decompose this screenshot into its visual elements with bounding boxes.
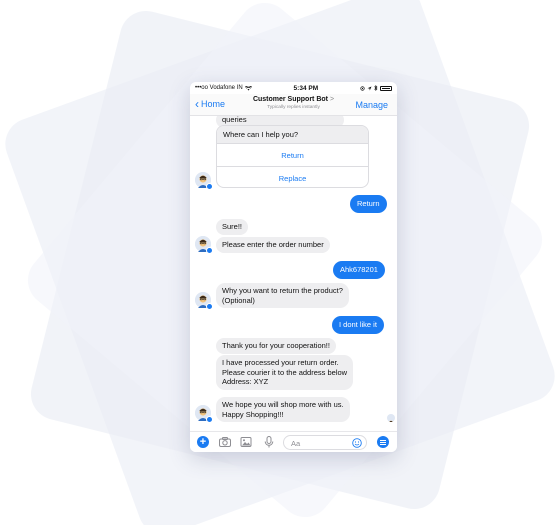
wifi-icon [244,85,252,90]
location-icon [360,85,365,91]
phone-screen: •••oo Vodafone IN 5:34 PM ‹ Home Custome… [190,82,397,452]
bot-avatar [195,405,213,423]
read-receipt-icon [387,419,395,422]
bot-avatar [195,292,213,310]
read-receipt-avatar [387,414,395,422]
back-button[interactable]: ‹ Home [195,97,226,111]
outgoing-message: Return [350,195,387,213]
message-text: Return [357,199,380,208]
messenger-badge-icon [206,303,213,310]
conversation-name: Customer Support Bot [252,96,328,103]
return-option-button[interactable]: Return [217,143,368,166]
card-question: Where can I help you? [217,126,368,143]
chevron-right-icon: > [329,96,335,103]
outgoing-message: Ahk678201 [333,261,385,279]
menu-icon[interactable] [377,436,389,448]
message-text: Ahk678201 [340,265,378,274]
conversation-title[interactable]: Customer Support Bot > [240,96,347,103]
message-text: We hope you will shop more with us. [222,400,344,409]
chevron-left-icon: ‹ [195,97,199,111]
message-text: Thank you for your cooperation!! [222,341,330,350]
message-text: Please courier it to the address below [222,367,348,377]
plus-icon[interactable]: + [197,436,209,448]
carrier-label: •••oo Vodafone IN [195,85,243,91]
incoming-message: Sure!! [216,219,249,235]
bot-avatar [195,172,213,190]
status-time: 5:34 PM [293,84,319,92]
message-text: Why you want to return the product? [222,286,343,295]
conversation-subtitle: Typically replies instantly [267,105,320,110]
messenger-badge-icon [206,247,213,254]
message-text: Happy Shopping!!! [222,409,284,419]
message-text: I dont like it [339,320,377,329]
replace-option-button[interactable]: Replace [217,166,368,187]
outgoing-message: I dont like it [332,316,384,334]
message-text: Please enter the order number [222,240,324,249]
navigation-arrow-icon [367,86,372,90]
emoji-icon[interactable] [352,438,362,448]
message-text: (Optional) [222,295,255,305]
message-input-placeholder: Aa [291,439,301,448]
bluetooth-icon [374,85,378,91]
message-text: I have processed your return order. [222,358,339,367]
back-label: Home [201,99,226,109]
incoming-message: I have processed your return order. Plea… [216,355,354,390]
manage-button[interactable]: Manage [355,100,388,110]
message-composer: + Aa [190,431,397,452]
battery-icon [380,85,392,91]
incoming-message: Please enter the order number [216,237,330,253]
message-list[interactable]: queries Where can I help you? Return Rep… [190,116,397,431]
message-text: Sure!! [222,222,243,231]
microphone-icon[interactable] [262,435,276,449]
status-bar: •••oo Vodafone IN 5:34 PM [190,82,397,94]
messenger-badge-icon [206,183,213,190]
quick-reply-card: Where can I help you? Return Replace [216,125,369,188]
messenger-badge-icon [206,416,213,423]
message-input[interactable]: Aa [283,435,367,450]
image-icon[interactable] [239,435,253,449]
bot-avatar [195,236,213,254]
incoming-message: Why you want to return the product? (Opt… [216,283,349,308]
incoming-message: We hope you will shop more with us. Happ… [216,397,350,422]
incoming-message: Thank you for your cooperation!! [216,338,336,354]
conversation-header: ‹ Home Customer Support Bot > Typically … [190,94,397,116]
camera-icon[interactable] [218,435,232,449]
message-text: Address: XYZ [222,377,269,386]
message-text: queries [222,116,247,124]
